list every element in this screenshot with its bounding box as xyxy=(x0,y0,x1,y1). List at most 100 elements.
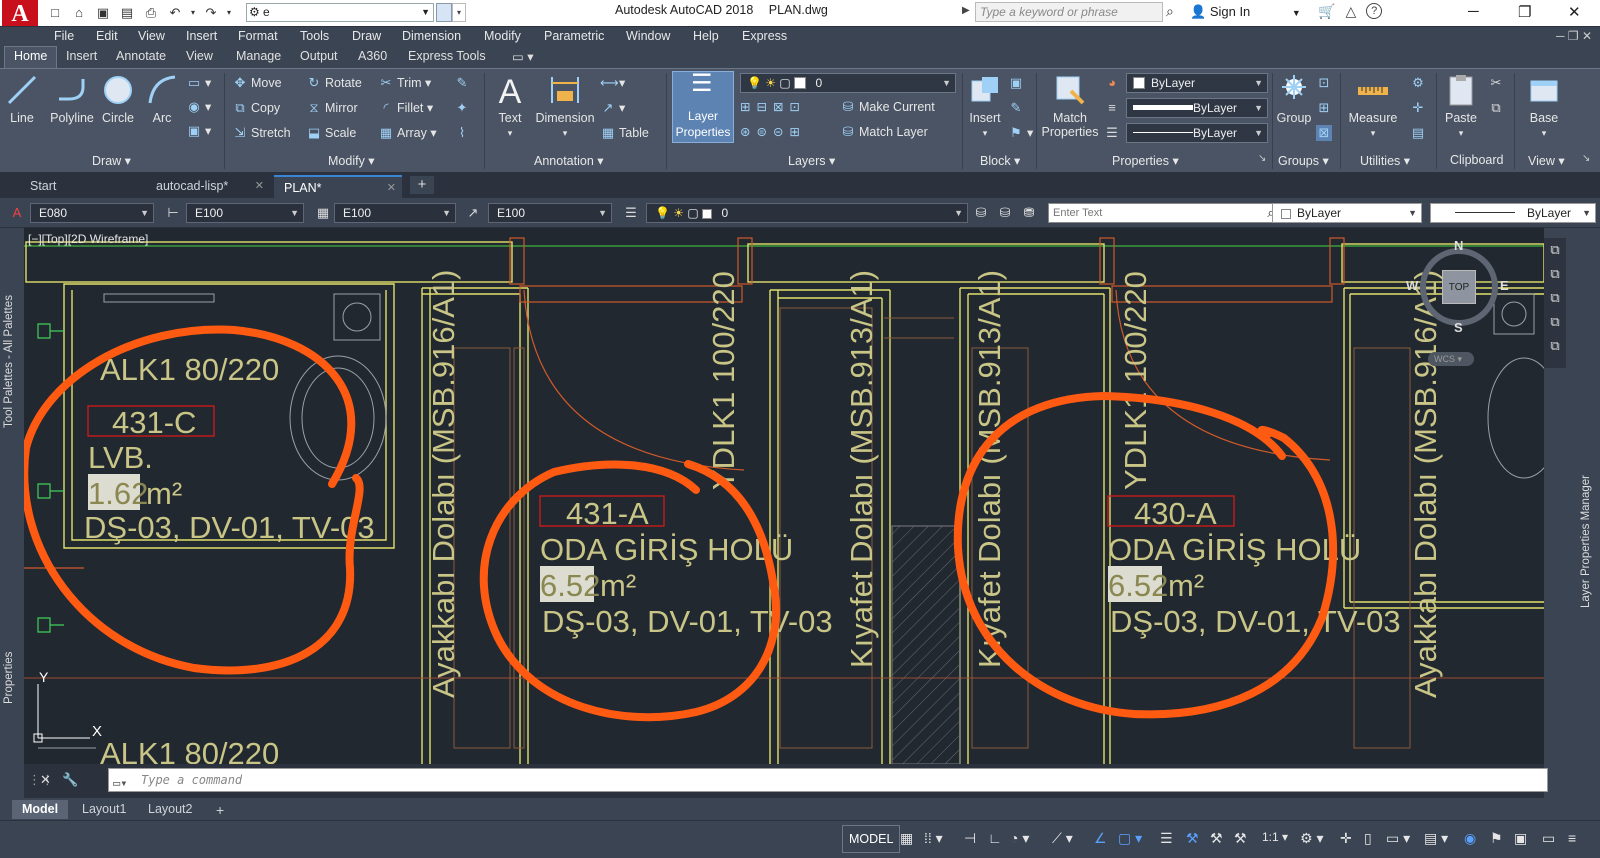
annotation-monitor-icon[interactable]: ✛ xyxy=(1340,830,1352,847)
menu-format[interactable]: Format xyxy=(238,29,278,43)
viewcube[interactable]: TOP N S W E xyxy=(1406,238,1509,335)
menu-view[interactable]: View xyxy=(138,29,165,43)
tab-layout1[interactable]: Layout1 xyxy=(72,800,136,819)
mdi-controls[interactable]: ─ ❐ ✕ xyxy=(1556,29,1592,43)
command-prompt-icon[interactable]: ▭▾ xyxy=(113,772,127,794)
undo-icon[interactable]: ↶ xyxy=(164,4,186,22)
close-icon[interactable]: ✕ xyxy=(255,179,264,192)
room-431a-name[interactable]: ODA GİRİŞ HOLÜ xyxy=(540,532,793,567)
tab-manage[interactable]: Manage xyxy=(236,49,281,63)
hatch-icon[interactable]: ◉ ▾ xyxy=(186,99,211,115)
mleader-style-dropdown[interactable]: E100 ▼ xyxy=(488,203,612,223)
menu-draw[interactable]: Draw xyxy=(352,29,381,43)
leader-icon[interactable]: ↗ ▾ xyxy=(600,100,626,116)
tab-insert[interactable]: Insert xyxy=(66,49,97,63)
draw-panel-label[interactable]: Draw ▾ xyxy=(92,153,131,168)
auto-scale-icon[interactable]: ⚒ xyxy=(1210,830,1223,847)
table-style-icon[interactable]: ▦ xyxy=(314,204,332,222)
autodesk-icon[interactable]: △ xyxy=(1345,3,1356,20)
group-button[interactable]: Group xyxy=(1274,73,1314,125)
room-431a-area[interactable]: 6.52 xyxy=(540,568,600,603)
grid-icon[interactable]: ▦ xyxy=(900,830,913,847)
save-as-icon[interactable]: ▤ xyxy=(116,4,138,22)
binoculars-icon[interactable]: ⌕ xyxy=(1166,3,1174,20)
edit-block-icon[interactable]: ✎ xyxy=(1008,100,1027,116)
compass-north[interactable]: N xyxy=(1454,238,1463,253)
line-button[interactable]: Line xyxy=(4,73,40,125)
room-431a-unit[interactable]: m² xyxy=(600,568,636,603)
wrench-icon[interactable]: 🔧 xyxy=(62,772,78,788)
ortho-icon[interactable]: ∟ xyxy=(988,830,1002,846)
new-tab-plus-icon[interactable]: + xyxy=(410,176,434,194)
snap-icon[interactable]: ⁞⁞ ▾ xyxy=(924,830,943,847)
cad-drawing[interactable]: ALK1 80/220 431-C LVB. 1.62 m² DŞ-03, DV… xyxy=(24,228,1544,764)
object-snap-tracking-icon[interactable]: ∠ xyxy=(1094,830,1107,847)
linear-dim-icon[interactable]: ⟷▾ xyxy=(600,75,625,91)
menu-insert[interactable]: Insert xyxy=(186,29,217,43)
clean-screen-icon[interactable]: ▣ xyxy=(1514,830,1527,847)
tab-view[interactable]: View xyxy=(186,49,213,63)
redo-icon[interactable]: ↷ xyxy=(200,4,222,22)
kiyafet-dolabi-1[interactable]: Kıyafet Dolabı (MSB.913/A1) xyxy=(844,270,879,668)
base-view-button[interactable]: Base ▾ xyxy=(1522,73,1566,139)
close-icon[interactable]: ✕ xyxy=(387,181,396,194)
region-icon[interactable]: ▣ ▾ xyxy=(186,123,211,139)
layer-control-dropdown[interactable]: 💡 ☀ ▢ 0 ▼ xyxy=(646,203,968,223)
layer-state-icon[interactable]: ⛃ xyxy=(1020,204,1038,222)
infer-constraints-icon[interactable]: ⊣ xyxy=(964,830,976,847)
layer-previous-icon[interactable]: ⛁ xyxy=(996,204,1014,222)
menu-tools[interactable]: Tools xyxy=(300,29,329,43)
copy-clip-icon[interactable]: ⧉ xyxy=(1488,100,1507,116)
open-icon[interactable]: ⌂ xyxy=(68,4,90,22)
alk1-bottom-label[interactable]: ALK1 80/220 xyxy=(100,736,279,764)
color-control-dropdown[interactable]: ByLayer ▼ xyxy=(1272,203,1422,223)
room-431c-unit[interactable]: m² xyxy=(146,476,182,511)
tab-start[interactable]: Start xyxy=(20,175,140,198)
close-icon[interactable]: ✕ xyxy=(40,772,51,788)
text-style-icon[interactable]: A xyxy=(8,204,26,222)
layers-panel-label[interactable]: Layers ▾ xyxy=(788,153,835,168)
scale-button[interactable]: ⬓ Scale xyxy=(306,125,356,141)
properties-panel-label[interactable]: Properties ▾ xyxy=(1112,153,1179,168)
offset-icon[interactable]: ⌇ xyxy=(454,125,473,141)
menu-dimension[interactable]: Dimension xyxy=(402,29,461,43)
save-icon[interactable]: ▣ xyxy=(92,4,114,22)
cut-icon[interactable]: ✂ xyxy=(1488,75,1507,91)
pan-icon[interactable]: ⧉ xyxy=(1544,262,1566,286)
wcs-menu[interactable]: WCS ▾ xyxy=(1428,352,1474,366)
lineweight-dropdown[interactable]: ByLayer ▼ xyxy=(1126,98,1268,118)
dim-style-dropdown[interactable]: E100 ▼ xyxy=(186,203,304,223)
minimize-icon[interactable]: ─ xyxy=(1468,3,1479,20)
tab-autocad-lisp[interactable]: autocad-lisp* ✕ xyxy=(146,175,270,198)
linetype-dropdown[interactable]: ByLayer ▼ xyxy=(1126,123,1268,143)
room-431c-area[interactable]: 1.62 xyxy=(88,476,148,511)
help-search-input[interactable]: Type a keyword or phrase xyxy=(975,2,1163,22)
command-input[interactable]: ▭▾ Type a command xyxy=(108,768,1548,792)
undo-dropdown-icon[interactable]: ▾ xyxy=(188,4,198,22)
layer-manager-icon[interactable]: ☰ xyxy=(622,204,640,222)
workspace-settings-icon[interactable] xyxy=(436,3,452,22)
make-current-button[interactable]: ⛁ Make Current xyxy=(840,99,935,115)
sign-in-button[interactable]: 👤 Sign In ▼ xyxy=(1190,4,1301,20)
calculator-icon[interactable]: ▤ xyxy=(1410,125,1429,141)
lineweight-icon[interactable]: ≡ xyxy=(1104,100,1123,115)
ribbon-minimize-icon[interactable]: ▭ ▾ xyxy=(512,49,534,64)
layer-tools-row-1[interactable]: ⊞⊟⊠⊡ xyxy=(740,99,806,114)
view-panel-label[interactable]: View ▾ xyxy=(1528,153,1565,168)
layer-dropdown[interactable]: 💡 ☀ ▢ 0 ▼ xyxy=(740,73,956,93)
menu-file[interactable]: File xyxy=(54,29,74,43)
mirror-button[interactable]: ⧖ Mirror xyxy=(306,100,357,116)
utilities-panel-label[interactable]: Utilities ▾ xyxy=(1360,153,1410,168)
room-430a-code[interactable]: 430-A xyxy=(1134,496,1217,531)
erase-icon[interactable]: ✎ xyxy=(454,75,473,91)
menu-help[interactable]: Help xyxy=(693,29,719,43)
room-430a-name[interactable]: ODA GİRİŞ HOLÜ xyxy=(1108,532,1361,567)
dimension-button[interactable]: Dimension ▾ xyxy=(534,73,596,139)
menu-modify[interactable]: Modify xyxy=(484,29,521,43)
color-wheel-icon[interactable]: ◕ xyxy=(1104,75,1123,90)
quick-properties-icon[interactable]: ▭ ▾ xyxy=(1386,830,1410,847)
help-icon[interactable]: ? xyxy=(1366,3,1383,19)
rotate-button[interactable]: ↻ Rotate xyxy=(306,75,362,91)
trim-button[interactable]: ✂ Trim ▾ xyxy=(378,75,432,91)
customization-icon[interactable]: ▭ xyxy=(1542,830,1555,847)
